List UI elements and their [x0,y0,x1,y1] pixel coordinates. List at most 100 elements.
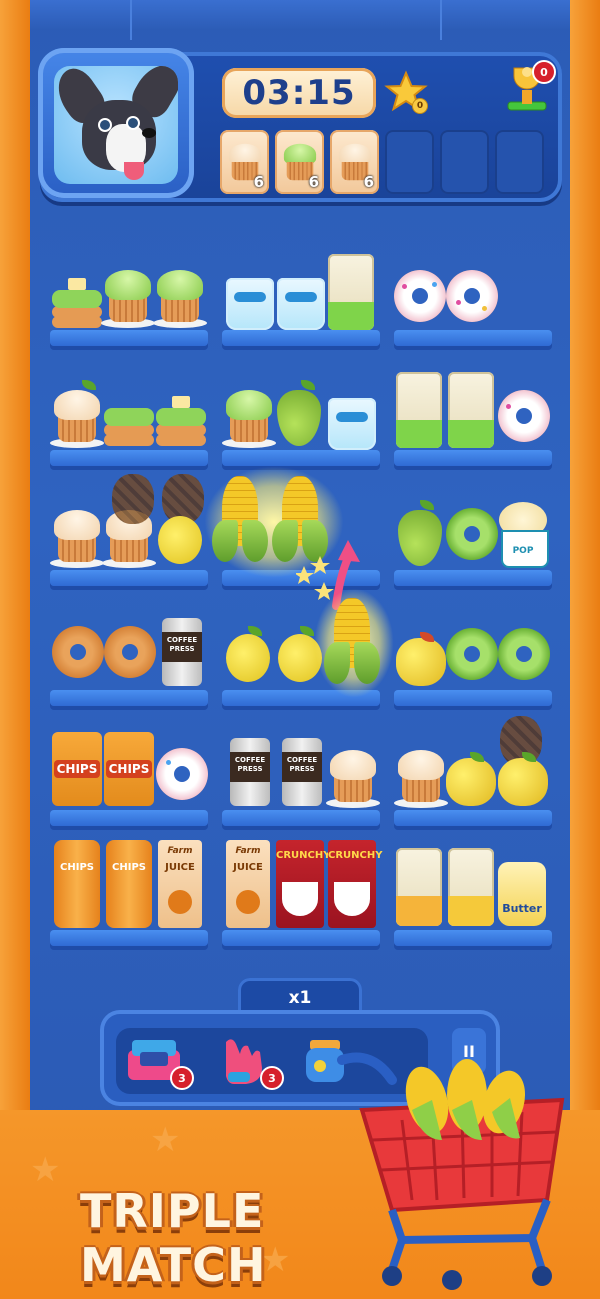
white-chocolate-bar[interactable] [396,848,442,926]
dog-eye-icon [126,116,140,130]
pink-sprinkle-donut[interactable] [498,390,550,442]
juice-carton[interactable]: Farm JUICE [158,840,202,928]
banner-title-line1: TRIPLE [80,1184,265,1238]
white-chocolate-bar[interactable] [448,848,494,926]
matcha-pancake[interactable] [52,268,102,330]
juice-label: JUICE [233,862,263,873]
avatar-frame[interactable] [38,48,194,198]
cereal-box[interactable]: CRUNCHY [328,840,383,928]
goal-count: 6 [363,173,374,191]
goal-slot: 6 [330,130,379,194]
chips-bag[interactable]: CHIPS [104,732,154,806]
dog-nose-icon [142,128,156,138]
banner-star-icon: ★ [150,1120,181,1160]
chips-tube[interactable]: CHIPS [106,840,152,928]
yogurt-cup[interactable] [277,278,325,330]
board-stripe [130,0,132,40]
butter-tub[interactable]: Butter [498,862,546,926]
juice-carton[interactable]: Farm JUICE [226,840,270,928]
green-cupcake[interactable] [101,266,155,328]
green-sprinkle-donut[interactable] [446,628,498,680]
coffee-can[interactable]: COFFEE PRESS [230,738,270,806]
yellow-apple[interactable] [396,632,446,686]
vanilla-cupcake[interactable] [394,746,448,808]
shuffle-box-booster[interactable]: 3 [122,1032,194,1090]
yellow-apple[interactable] [446,752,496,806]
vanilla-cupcake[interactable] [326,746,380,808]
chips-tube-label: CHIPS [112,862,146,873]
dog-avatar [54,66,178,184]
shelf [50,810,208,826]
juice-brand: Farm [235,846,261,856]
white-chocolate-bar[interactable] [396,372,442,448]
green-cupcake[interactable] [222,386,276,448]
empty-slot [385,130,434,194]
chips-bag[interactable]: CHIPS [52,732,102,806]
butter-label: Butter [502,902,542,915]
chips-bag-label: CHIPS [54,760,100,778]
pineapple-back [112,474,154,524]
dog-eye-icon [98,118,112,132]
shelf [222,810,380,826]
shelf [394,450,552,466]
pink-sprinkle-donut[interactable] [394,270,446,322]
pink-sprinkle-donut[interactable] [156,748,208,800]
trophy-count: 0 [532,60,556,84]
white-chocolate-bar[interactable] [328,254,374,330]
board-stripe [440,0,442,40]
goal-count: 6 [308,173,319,191]
lemon[interactable] [158,516,202,564]
chips-bag-label: CHIPS [106,760,152,778]
goal-count: 6 [253,173,264,191]
coffee-can[interactable]: COFFEE PRESS [162,618,202,686]
shelf [50,330,208,346]
booster-count: 3 [170,1066,194,1090]
shelf [50,450,208,466]
matcha-pancake[interactable] [104,386,154,448]
green-sprinkle-donut[interactable] [498,628,550,680]
glove-booster[interactable]: 3 [212,1032,284,1090]
vanilla-cupcake[interactable] [50,380,104,448]
star-icon: 0 [384,70,428,114]
coffee-can-label: COFFEE PRESS [286,756,318,773]
shelf [50,570,208,586]
green-cupcake[interactable] [153,266,207,328]
green-sprinkle-donut[interactable] [446,508,498,560]
shelf [394,690,552,706]
chips-tube-label: CHIPS [60,862,94,873]
white-chocolate-bar[interactable] [448,372,494,448]
coffee-can-label: COFFEE PRESS [166,636,198,653]
coffee-can-label: COFFEE PRESS [234,756,266,773]
vanilla-cupcake[interactable] [50,506,104,568]
popcorn-box[interactable]: POP [497,502,549,568]
shelf [394,810,552,826]
lemon[interactable] [226,626,270,682]
matcha-pancake[interactable] [156,386,206,448]
glazed-donut[interactable] [104,626,156,678]
corn-cob[interactable] [212,476,268,562]
shelf [222,330,380,346]
corn-cob-selected[interactable] [324,598,380,684]
chips-tube[interactable]: CHIPS [54,840,100,928]
yogurt-cup[interactable] [226,278,274,330]
glazed-donut[interactable] [52,626,104,678]
goal-slot: 6 [220,130,269,194]
star-count: 0 [412,98,428,114]
juice-brand: Farm [167,846,193,856]
shelf [222,450,380,466]
empty-slot [440,130,489,194]
cereal-box[interactable]: CRUNCHY [276,840,330,928]
banner-title-line2: MATCH [80,1238,267,1292]
dog-tongue-icon [124,162,144,180]
shopping-cart-icon [337,1052,565,1290]
cereal-label: CRUNCHY [328,850,383,861]
coffee-can[interactable]: COFFEE PRESS [282,738,322,806]
booster-count: 3 [260,1066,284,1090]
trophy-icon[interactable]: 0 [502,60,556,116]
shelf [394,930,552,946]
yogurt-cup[interactable] [328,398,376,450]
yellow-apple[interactable] [498,752,548,806]
shelf [394,570,552,586]
pink-sprinkle-donut[interactable] [446,270,498,322]
juice-label: JUICE [165,862,195,873]
